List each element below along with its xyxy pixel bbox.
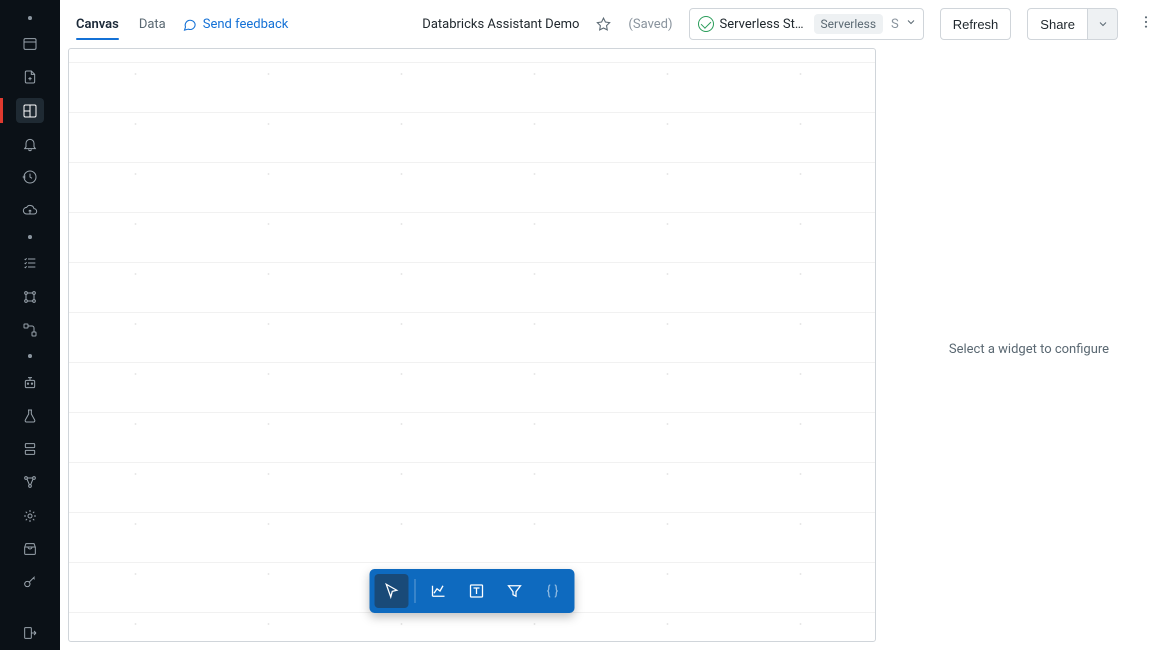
config-panel-placeholder: Select a widget to configure bbox=[949, 342, 1109, 357]
star-icon bbox=[595, 16, 612, 33]
tool-add-filter[interactable] bbox=[498, 574, 532, 608]
history-icon[interactable] bbox=[16, 165, 44, 190]
chat-bubble-icon bbox=[182, 17, 197, 32]
send-feedback-label: Send feedback bbox=[203, 17, 289, 32]
tab-canvas[interactable]: Canvas bbox=[76, 5, 119, 44]
logout-icon[interactable] bbox=[16, 621, 44, 646]
left-nav-rail bbox=[0, 0, 60, 650]
bell-icon[interactable] bbox=[16, 131, 44, 156]
saved-status: (Saved) bbox=[628, 17, 672, 32]
send-feedback-link[interactable]: Send feedback bbox=[182, 17, 289, 32]
workspace: Select a widget to configure bbox=[60, 48, 1174, 650]
dashboard-icon[interactable] bbox=[16, 98, 44, 123]
robot-icon[interactable] bbox=[16, 370, 44, 395]
tool-add-chart[interactable] bbox=[422, 574, 456, 608]
genome-icon[interactable] bbox=[16, 470, 44, 495]
pipeline-icon[interactable] bbox=[16, 284, 44, 309]
tool-add-code[interactable] bbox=[536, 574, 570, 608]
dashboard-title[interactable]: Databricks Assistant Demo bbox=[422, 17, 579, 32]
refresh-button[interactable]: Refresh bbox=[940, 8, 1012, 40]
widget-palette-toolbar bbox=[370, 569, 575, 613]
kebab-icon bbox=[1138, 14, 1154, 30]
window-icon[interactable] bbox=[16, 32, 44, 57]
flask-icon[interactable] bbox=[16, 403, 44, 428]
checklist-icon[interactable] bbox=[16, 251, 44, 276]
rail-dot bbox=[28, 354, 32, 358]
rail-dot bbox=[28, 235, 32, 239]
compute-type-short: S bbox=[889, 17, 899, 32]
top-toolbar: Canvas Data Send feedback Databricks Ass… bbox=[60, 0, 1174, 48]
share-button[interactable]: Share bbox=[1027, 8, 1088, 40]
share-button-group: Share bbox=[1027, 8, 1118, 40]
config-panel: Select a widget to configure bbox=[884, 48, 1174, 650]
ml-icon[interactable] bbox=[16, 503, 44, 528]
file-plus-icon[interactable] bbox=[16, 65, 44, 90]
store-icon[interactable] bbox=[16, 536, 44, 561]
compute-chip: Serverless bbox=[814, 14, 884, 34]
status-running-icon bbox=[698, 16, 714, 32]
view-tabs: Canvas Data bbox=[76, 5, 166, 44]
flowchart-icon[interactable] bbox=[16, 317, 44, 342]
dashboard-canvas[interactable] bbox=[68, 48, 876, 642]
key-icon[interactable] bbox=[16, 570, 44, 595]
favorite-toggle[interactable] bbox=[595, 16, 612, 33]
chevron-down-icon bbox=[1097, 18, 1109, 30]
tool-select[interactable] bbox=[375, 574, 409, 608]
compute-name: Serverless Sta… bbox=[720, 17, 808, 32]
text-box-icon bbox=[468, 582, 486, 600]
stack-icon[interactable] bbox=[16, 437, 44, 462]
rail-dot bbox=[28, 16, 32, 20]
toolbar-divider bbox=[415, 579, 416, 603]
compute-selector[interactable]: Serverless Sta… Serverless S bbox=[689, 8, 924, 40]
cloud-up-icon[interactable] bbox=[16, 198, 44, 223]
tab-data[interactable]: Data bbox=[139, 5, 166, 44]
chart-line-icon bbox=[430, 582, 448, 600]
share-dropdown-toggle[interactable] bbox=[1088, 8, 1118, 40]
funnel-icon bbox=[506, 582, 524, 600]
tool-add-text[interactable] bbox=[460, 574, 494, 608]
more-menu-button[interactable] bbox=[1134, 14, 1158, 34]
curly-braces-icon bbox=[544, 582, 562, 600]
cursor-icon bbox=[383, 582, 401, 600]
canvas-container bbox=[60, 48, 884, 650]
chevron-down-icon bbox=[905, 16, 917, 32]
